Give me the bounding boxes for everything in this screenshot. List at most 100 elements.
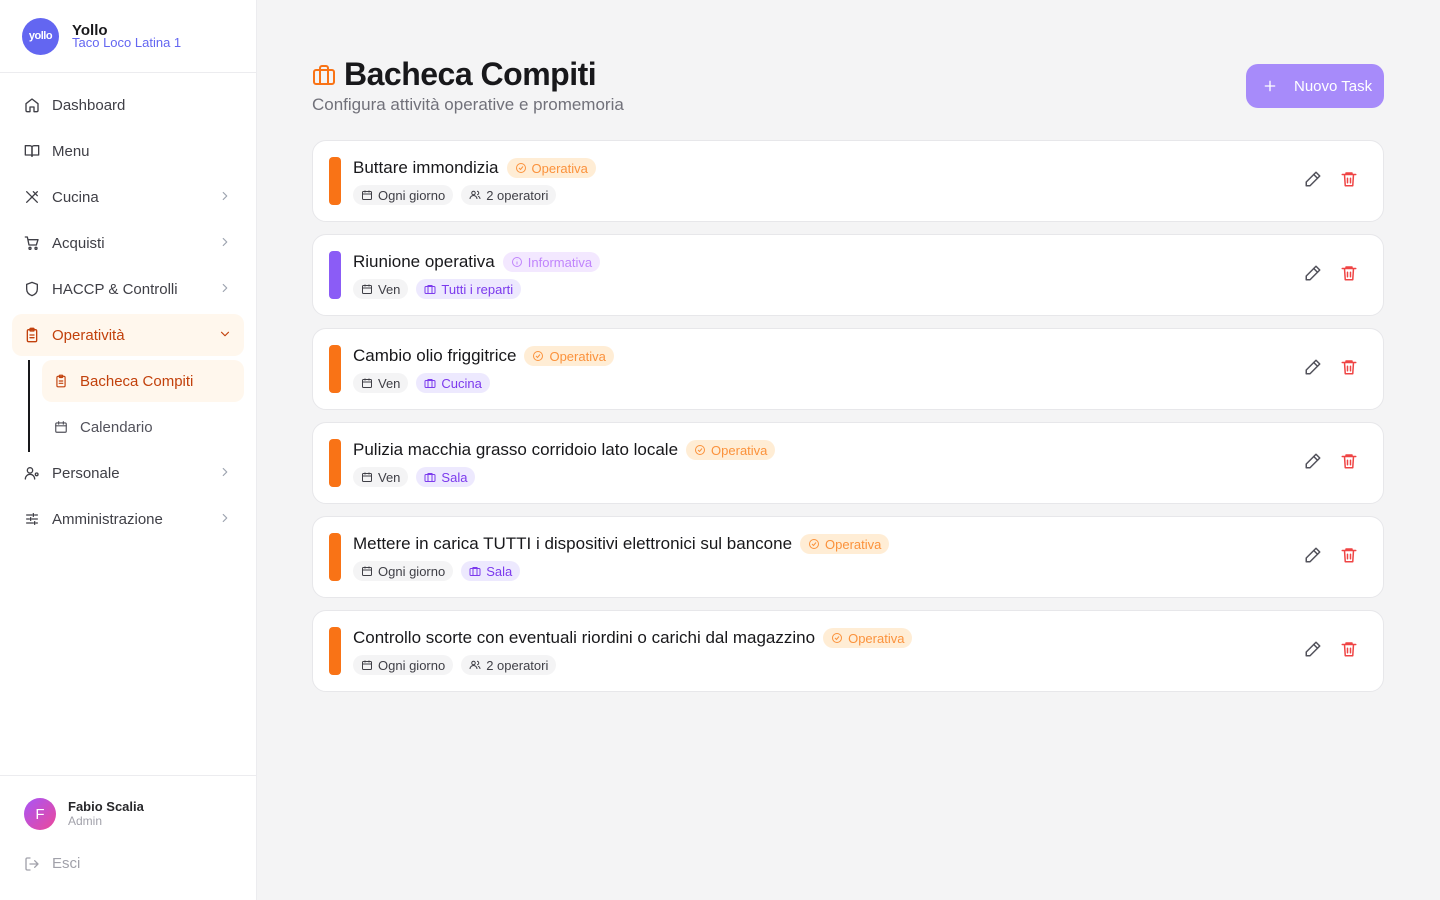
task-title: Pulizia macchia grasso corridoio lato lo… [353,440,679,459]
task-title: Cambio olio friggitrice [353,346,517,365]
calendar-icon [361,471,373,483]
trash-icon [1341,360,1357,375]
task-assign-chip: 2 operatori [461,655,557,675]
task-type-label: Operativa [848,630,905,646]
delete-task-button[interactable] [1339,451,1359,471]
user-area: F Fabio Scalia Admin Esci [0,775,256,872]
user-profile[interactable]: F Fabio Scalia Admin [24,798,232,830]
chevron-down-icon [220,331,230,337]
calendar-icon [361,283,373,295]
sidebar-item-menu[interactable]: Menu [12,130,244,172]
sidebar-item-operativita[interactable]: Operatività [12,314,244,356]
delete-task-button[interactable] [1339,263,1359,283]
pencil-icon [1305,641,1321,657]
task-schedule-chip: Ogni giorno [353,561,454,581]
trash-icon [1341,454,1357,469]
task-card[interactable]: Pulizia macchia grasso corridoio lato lo… [312,422,1384,504]
trash-icon [1341,642,1357,657]
trash-icon [1341,172,1357,187]
pencil-icon [1305,359,1321,375]
check-circle-icon [694,444,706,456]
task-type-label: Informativa [527,254,593,270]
task-type-label: Operativa [531,160,588,176]
user-icon [24,465,40,481]
task-type-badge: Operativa [800,534,890,554]
brand-location: Taco Loco Latina 1 [72,35,182,50]
task-type-badge: Operativa [506,158,596,178]
sidebar-subitem-label: Bacheca Compiti [80,372,194,390]
task-department-chip: Tutti i reparti [416,279,522,299]
page-header: Bacheca Compiti Configura attività opera… [312,56,624,115]
brand[interactable]: yollo Yollo Taco Loco Latina 1 [0,0,256,73]
task-schedule-label: Ogni giorno [378,187,446,203]
edit-task-button[interactable] [1303,545,1323,565]
sidebar-item-amministrazione[interactable]: Amministrazione [12,498,244,540]
task-title: Controllo scorte con eventuali riordini … [353,628,816,647]
task-schedule-chip: Ogni giorno [353,185,454,205]
sidebar-item-haccp[interactable]: HACCP & Controlli [12,268,244,310]
task-department-label: Cucina [441,375,482,391]
delete-task-button[interactable] [1339,545,1359,565]
page-subtitle: Configura attività operative e promemori… [312,95,624,114]
sidebar-nav: Dashboard Menu Cucina Acquisti HACCP & C… [12,84,244,544]
sidebar-item-label: Operatività [52,326,125,344]
task-schedule-chip: Ven [353,279,409,299]
task-list: Buttare immondizia Operativa Ogni giorno… [312,140,1384,704]
task-title: Riunione operativa [353,252,495,271]
task-color-bar [329,157,341,205]
edit-task-button[interactable] [1303,639,1323,659]
task-type-label: Operativa [549,348,606,364]
task-card[interactable]: Controllo scorte con eventuali riordini … [312,610,1384,692]
new-task-button[interactable]: Nuovo Task [1246,64,1384,108]
pencil-icon [1305,171,1321,187]
new-task-label: Nuovo Task [1294,77,1373,95]
task-schedule-label: Ven [378,281,401,297]
clipboard-icon [24,327,40,343]
edit-task-button[interactable] [1303,169,1323,189]
sidebar-subitem-label: Calendario [80,418,153,436]
task-card[interactable]: Buttare immondizia Operativa Ogni giorno… [312,140,1384,222]
logout-button[interactable]: Esci [24,855,232,872]
sidebar-subitem-bacheca-compiti[interactable]: Bacheca Compiti [42,360,244,402]
task-card[interactable]: Cambio olio friggitrice Operativa Ven Cu… [312,328,1384,410]
sidebar-item-label: Amministrazione [52,510,163,528]
sidebar-item-label: Cucina [52,188,99,206]
sidebar-item-personale[interactable]: Personale [12,452,244,494]
sidebar-item-label: Menu [52,142,90,160]
check-circle-icon [515,162,527,174]
task-schedule-chip: Ven [353,373,409,393]
task-color-bar [329,251,341,299]
sidebar-item-cucina[interactable]: Cucina [12,176,244,218]
task-schedule-chip: Ven [353,467,409,487]
avatar: F [24,798,56,830]
task-department-label: Tutti i reparti [441,281,514,297]
cart-icon [24,235,40,251]
task-assign-label: 2 operatori [486,657,549,673]
chevron-right-icon [222,191,228,201]
task-color-bar [329,439,341,487]
delete-task-button[interactable] [1339,639,1359,659]
task-department-label: Sala [441,469,468,485]
delete-task-button[interactable] [1339,169,1359,189]
task-type-badge: Operativa [524,346,614,366]
users-icon [469,659,481,671]
sidebar: yollo Yollo Taco Loco Latina 1 Dashboard… [0,0,257,900]
task-color-bar [329,345,341,393]
edit-task-button[interactable] [1303,451,1323,471]
sidebar-item-acquisti[interactable]: Acquisti [12,222,244,264]
task-type-badge: Operativa [686,440,776,460]
edit-task-button[interactable] [1303,263,1323,283]
task-card[interactable]: Riunione operativa Informativa Ven Tutti… [312,234,1384,316]
edit-task-button[interactable] [1303,357,1323,377]
calendar-icon [361,189,373,201]
sidebar-item-label: Dashboard [52,96,126,114]
check-circle-icon [532,350,544,362]
check-circle-icon [831,632,843,644]
sidebar-subitem-calendario[interactable]: Calendario [42,406,244,448]
delete-task-button[interactable] [1339,357,1359,377]
task-card[interactable]: Mettere in carica TUTTI i dispositivi el… [312,516,1384,598]
sidebar-item-dashboard[interactable]: Dashboard [12,84,244,126]
calendar-icon [361,377,373,389]
sliders-icon [24,511,40,527]
utensils-icon [24,189,40,205]
